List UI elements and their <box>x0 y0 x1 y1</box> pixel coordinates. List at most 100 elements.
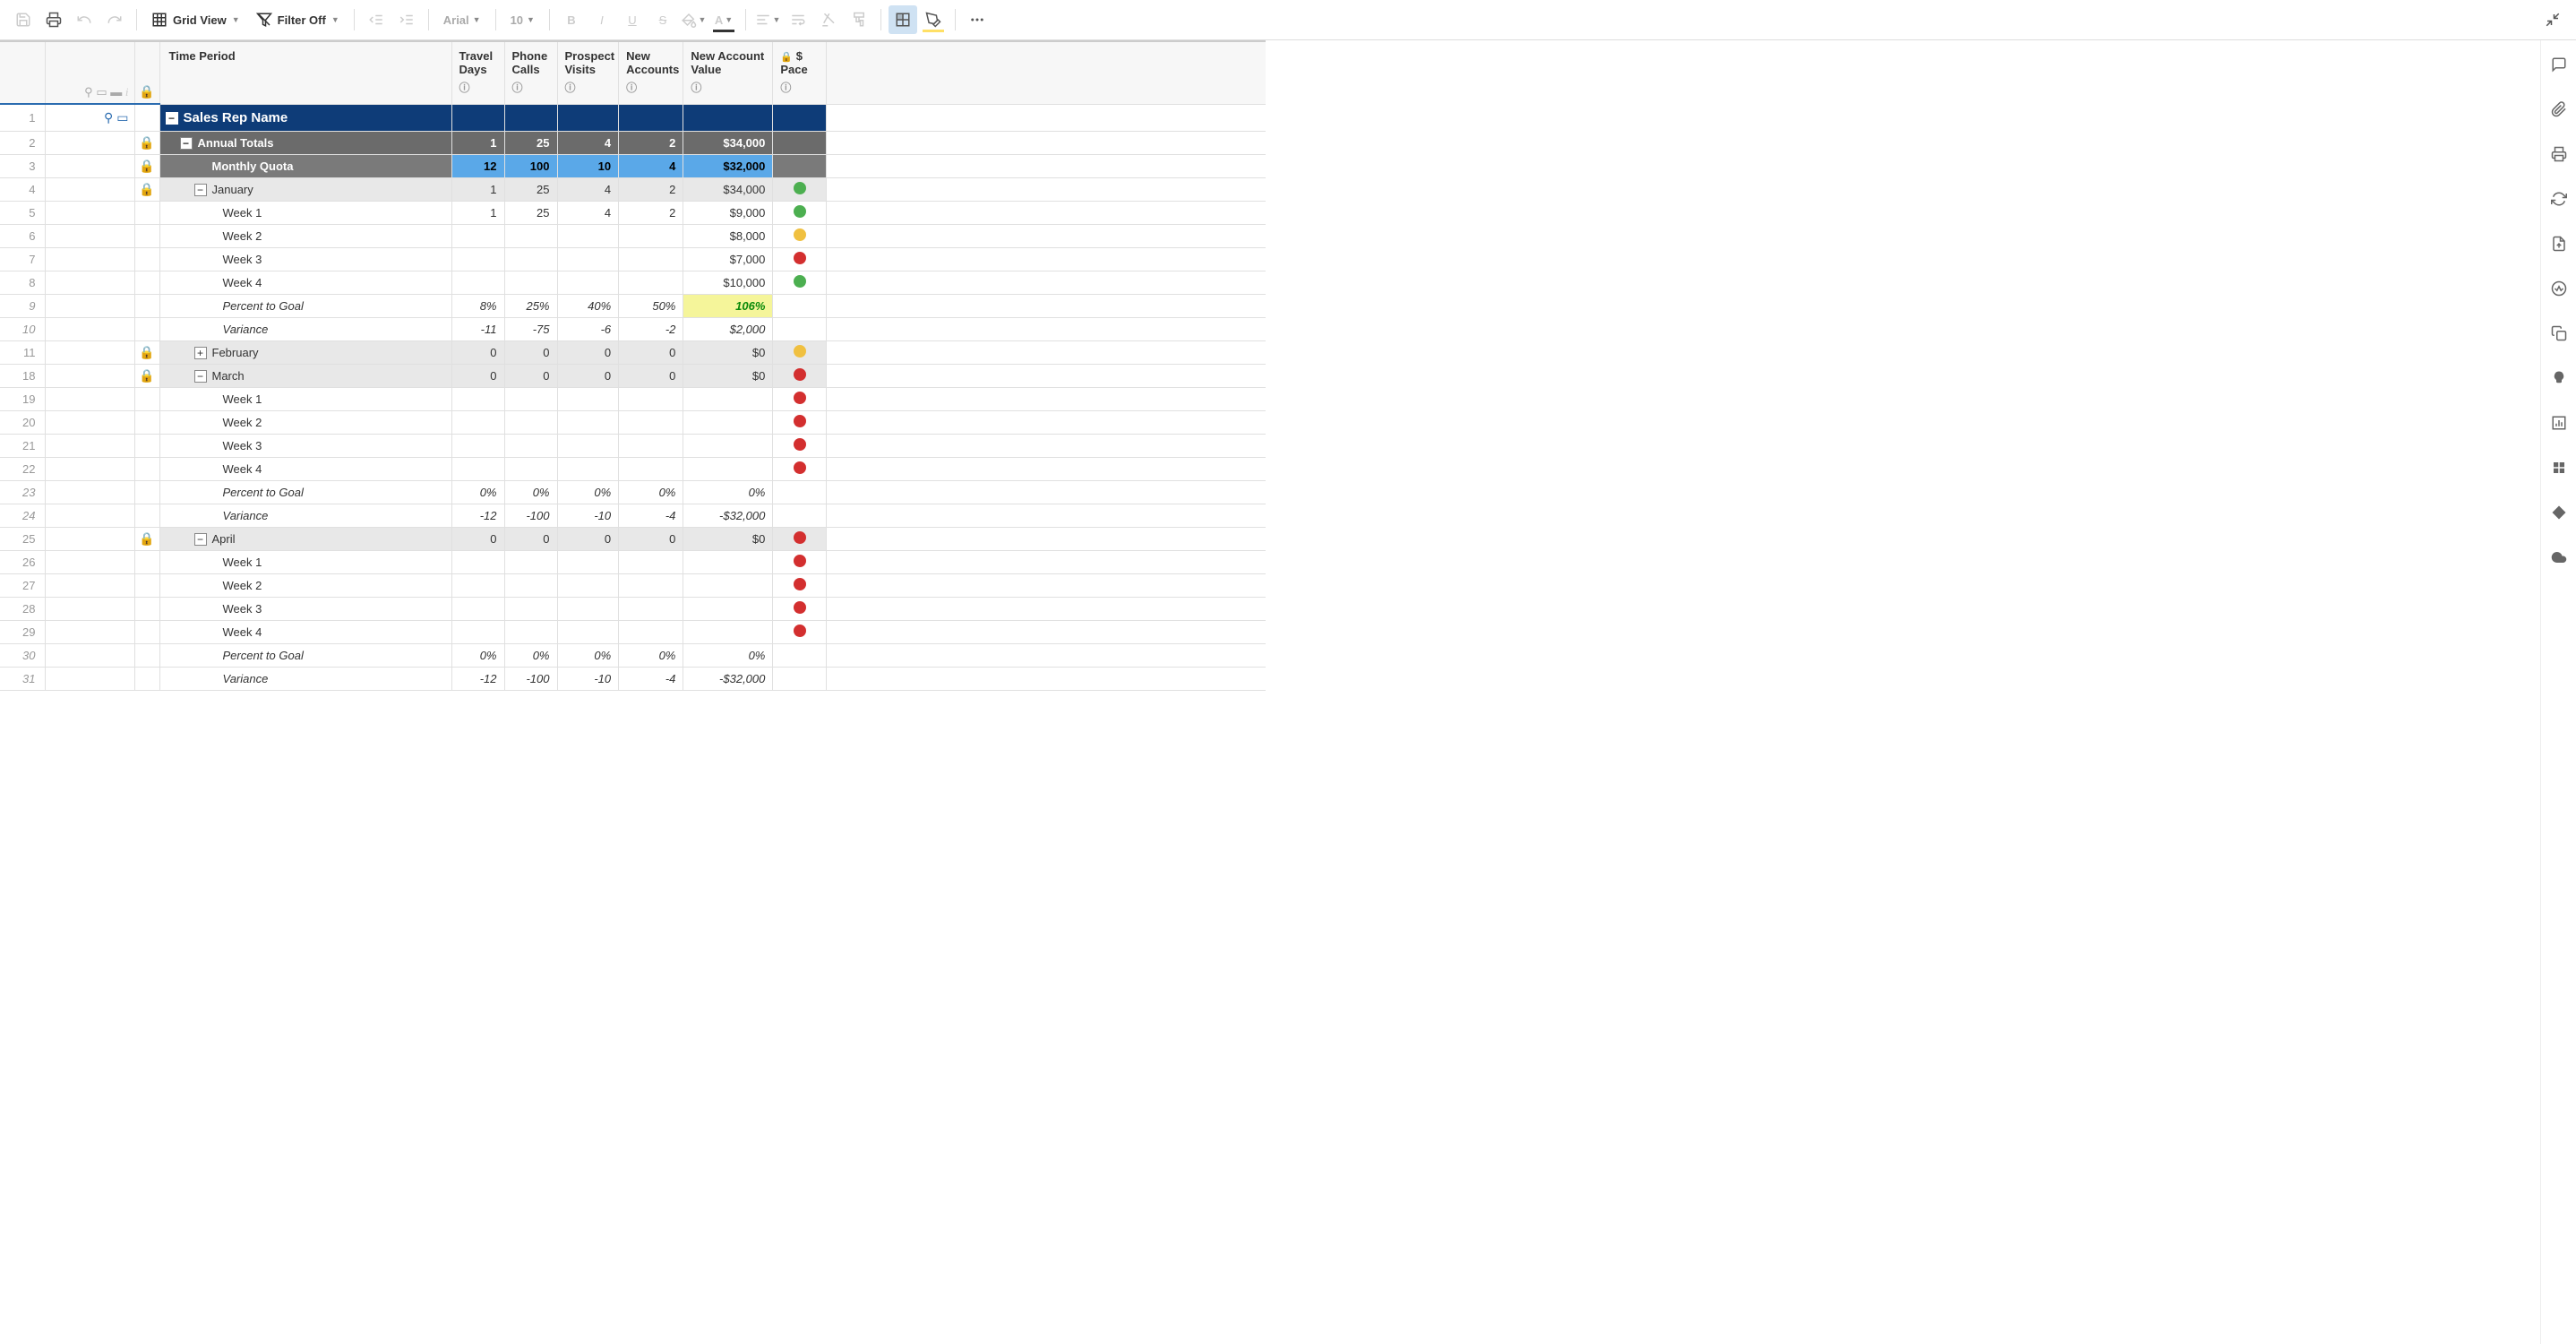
pace-cell[interactable] <box>773 294 827 317</box>
data-cell[interactable] <box>683 620 773 643</box>
expand-toggle[interactable]: − <box>166 112 178 125</box>
grid-row[interactable]: 20 Week 2 <box>0 410 1266 434</box>
copy-panel-button[interactable] <box>2548 323 2570 344</box>
grid-row[interactable]: 11 🔒 +February 0000$0 <box>0 340 1266 364</box>
primary-cell[interactable]: Week 4 <box>159 620 451 643</box>
primary-cell[interactable]: +February <box>159 340 451 364</box>
pace-cell[interactable] <box>773 573 827 597</box>
row-number[interactable]: 23 <box>0 480 45 504</box>
data-cell[interactable]: 4 <box>557 201 619 224</box>
empty-cell[interactable] <box>827 410 1266 434</box>
primary-cell[interactable]: Variance <box>159 504 451 527</box>
pace-cell[interactable] <box>773 620 827 643</box>
primary-cell[interactable]: Variance <box>159 317 451 340</box>
grid-row[interactable]: 24 Variance -12-100-10-4-$32,000 <box>0 504 1266 527</box>
data-cell[interactable] <box>619 434 683 457</box>
data-cell[interactable]: -100 <box>504 667 557 690</box>
data-cell[interactable]: 4 <box>557 131 619 154</box>
grid-row[interactable]: 22 Week 4 <box>0 457 1266 480</box>
row-number[interactable]: 3 <box>0 154 45 177</box>
empty-cell[interactable] <box>827 294 1266 317</box>
empty-cell[interactable] <box>827 620 1266 643</box>
italic-button[interactable]: I <box>588 5 616 34</box>
row-number[interactable]: 10 <box>0 317 45 340</box>
data-cell[interactable]: 0% <box>451 480 504 504</box>
empty-cell[interactable] <box>827 340 1266 364</box>
data-cell[interactable] <box>504 620 557 643</box>
redo-button[interactable] <box>100 5 129 34</box>
data-cell[interactable]: $0 <box>683 364 773 387</box>
primary-cell[interactable]: Week 1 <box>159 387 451 410</box>
data-cell[interactable] <box>619 224 683 247</box>
primary-cell[interactable]: Week 2 <box>159 410 451 434</box>
primary-cell[interactable]: Week 3 <box>159 434 451 457</box>
data-cell[interactable] <box>451 224 504 247</box>
row-number[interactable]: 5 <box>0 201 45 224</box>
bold-button[interactable]: B <box>557 5 586 34</box>
row-number[interactable]: 18 <box>0 364 45 387</box>
grid-row[interactable]: 1 ⚲▭ −Sales Rep Name <box>0 104 1266 131</box>
empty-cell[interactable] <box>827 131 1266 154</box>
column-header[interactable]: Prospect Visitsⓘ <box>557 41 619 104</box>
data-cell[interactable]: -12 <box>451 667 504 690</box>
data-cell[interactable] <box>451 573 504 597</box>
grid-view-button[interactable]: Grid View ▼ <box>144 5 247 34</box>
data-cell[interactable] <box>557 597 619 620</box>
data-cell[interactable]: 50% <box>619 294 683 317</box>
empty-cell[interactable] <box>827 457 1266 480</box>
data-cell[interactable] <box>619 387 683 410</box>
row-number[interactable]: 26 <box>0 550 45 573</box>
data-cell[interactable]: 0% <box>557 643 619 667</box>
data-cell[interactable] <box>504 550 557 573</box>
data-cell[interactable]: 25% <box>504 294 557 317</box>
row-number[interactable]: 19 <box>0 387 45 410</box>
row-number[interactable]: 24 <box>0 504 45 527</box>
data-cell[interactable]: $9,000 <box>683 201 773 224</box>
attachments-panel-button[interactable] <box>2548 99 2570 120</box>
data-cell[interactable]: -100 <box>504 504 557 527</box>
data-cell[interactable] <box>683 410 773 434</box>
primary-cell[interactable]: Week 1 <box>159 201 451 224</box>
data-cell[interactable] <box>619 620 683 643</box>
data-cell[interactable]: 0% <box>557 480 619 504</box>
primary-cell[interactable]: Week 3 <box>159 597 451 620</box>
empty-cell[interactable] <box>827 573 1266 597</box>
pace-cell[interactable] <box>773 410 827 434</box>
data-cell[interactable]: $2,000 <box>683 317 773 340</box>
pace-cell[interactable] <box>773 643 827 667</box>
data-cell[interactable] <box>619 271 683 294</box>
grid-row[interactable]: 25 🔒 −April 0000$0 <box>0 527 1266 550</box>
data-cell[interactable] <box>451 620 504 643</box>
data-cell[interactable] <box>504 434 557 457</box>
row-number[interactable]: 25 <box>0 527 45 550</box>
empty-cell[interactable] <box>827 104 1266 131</box>
data-cell[interactable]: $8,000 <box>683 224 773 247</box>
primary-cell[interactable]: −Annual Totals <box>159 131 451 154</box>
data-cell[interactable] <box>557 410 619 434</box>
data-cell[interactable] <box>619 550 683 573</box>
data-cell[interactable] <box>557 387 619 410</box>
highlight-button[interactable] <box>919 5 948 34</box>
comment-icon[interactable]: ▭ <box>116 110 128 125</box>
data-cell[interactable] <box>451 434 504 457</box>
data-cell[interactable]: 0 <box>619 527 683 550</box>
empty-cell[interactable] <box>827 364 1266 387</box>
empty-cell[interactable] <box>827 434 1266 457</box>
filter-button[interactable]: Filter Off ▼ <box>249 5 347 34</box>
data-cell[interactable]: 0% <box>683 643 773 667</box>
empty-cell[interactable] <box>827 550 1266 573</box>
data-cell[interactable]: 25 <box>504 201 557 224</box>
data-cell[interactable]: 0% <box>504 480 557 504</box>
empty-cell[interactable] <box>827 504 1266 527</box>
empty-cell[interactable] <box>827 177 1266 201</box>
data-cell[interactable] <box>451 271 504 294</box>
pace-cell[interactable] <box>773 201 827 224</box>
data-cell[interactable]: 25 <box>504 131 557 154</box>
row-number[interactable]: 4 <box>0 177 45 201</box>
pace-cell[interactable] <box>773 667 827 690</box>
row-number[interactable]: 27 <box>0 573 45 597</box>
data-cell[interactable] <box>557 573 619 597</box>
empty-cell[interactable] <box>827 201 1266 224</box>
primary-cell[interactable]: −Sales Rep Name <box>159 104 451 131</box>
empty-cell[interactable] <box>827 247 1266 271</box>
